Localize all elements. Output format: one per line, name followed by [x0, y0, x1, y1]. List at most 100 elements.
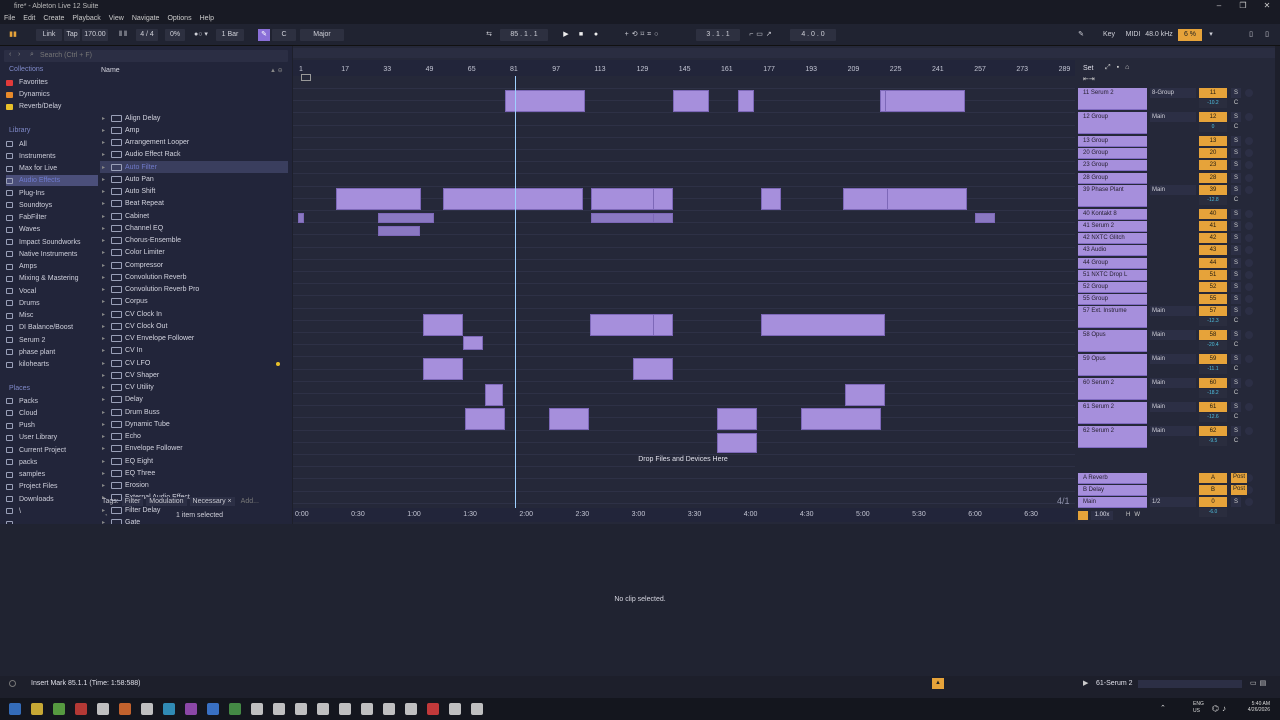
tempo-field[interactable]: 170.00 [82, 29, 108, 41]
track-name[interactable]: 42 NXTC Glitch [1078, 233, 1147, 245]
browser-search[interactable]: ‹ › ⌕ Search (Ctrl + F) [4, 50, 288, 62]
arm-icon[interactable] [1245, 149, 1253, 158]
expand-chevron-icon[interactable]: ▸ [102, 335, 110, 342]
fold-icon[interactable] [301, 74, 311, 81]
track-name[interactable]: 57 Ext. Instrume [1078, 306, 1147, 329]
arm-icon[interactable] [1245, 173, 1253, 182]
track-name[interactable]: 51 NXTC Drop L [1078, 269, 1147, 281]
library-item[interactable]: Drums [6, 298, 98, 309]
expand-chevron-icon[interactable]: ▸ [102, 323, 110, 330]
track-activator[interactable]: 23 [1199, 160, 1227, 171]
volume-field[interactable]: -6.0 [1199, 508, 1227, 518]
clip[interactable] [633, 358, 673, 380]
arm-icon[interactable] [1245, 295, 1253, 304]
expand-chevron-icon[interactable]: ▸ [102, 237, 110, 244]
volume-field[interactable]: -20.4 [1199, 341, 1227, 351]
clip[interactable] [653, 188, 673, 210]
expand-chevron-icon[interactable]: ▸ [102, 384, 110, 391]
track-output-select[interactable]: 1/2 [1150, 497, 1196, 508]
track-header[interactable]: 57 Ext. Instrume Main 57 S -12.3 C [1078, 306, 1275, 330]
clip[interactable] [378, 213, 434, 223]
solo-button[interactable]: S [1231, 269, 1241, 280]
track-header[interactable]: 13 Group 13 S [1078, 136, 1275, 148]
app-icon[interactable] [163, 703, 175, 715]
expand-chevron-icon[interactable]: ▸ [102, 262, 110, 269]
expand-chevron-icon[interactable]: ▸ [102, 445, 110, 452]
track-name[interactable]: 11 Serum 2 [1078, 88, 1147, 110]
solo-button[interactable]: S [1231, 221, 1241, 231]
tray-chevron-icon[interactable]: ⌃ [1160, 704, 1166, 712]
time-signature-field[interactable]: 4 / 4 [136, 29, 158, 41]
pan-field[interactable]: Post [1231, 485, 1247, 496]
app-icon[interactable] [9, 703, 21, 715]
tag-modulation[interactable]: Modulation [146, 497, 187, 506]
track-activator[interactable]: 12 [1199, 112, 1227, 122]
arm-icon[interactable] [1245, 307, 1253, 316]
browser-item[interactable]: ▸ Envelope Follower [100, 443, 288, 455]
solo-button[interactable]: S [1231, 160, 1241, 171]
expand-chevron-icon[interactable]: ▸ [102, 188, 110, 195]
track-activator[interactable]: B [1199, 485, 1227, 496]
track-header[interactable]: 42 NXTC Glitch 42 S [1078, 233, 1275, 245]
track-name[interactable]: 39 Phase Plant [1078, 184, 1147, 207]
track-output-select[interactable]: Main [1150, 330, 1196, 341]
library-item[interactable]: Misc [6, 310, 98, 321]
track-header[interactable]: Main 1/2 0 S -6.0 [1078, 497, 1275, 518]
expand-chevron-icon[interactable]: ▸ [102, 286, 110, 293]
solo-button[interactable]: S [1231, 378, 1241, 389]
clip[interactable] [801, 408, 881, 430]
pan-field[interactable]: C [1231, 437, 1241, 446]
app-icon[interactable] [53, 703, 65, 715]
solo-button[interactable]: S [1231, 330, 1241, 341]
info-icon[interactable] [9, 680, 16, 687]
app-icon[interactable] [141, 703, 153, 715]
volume-field[interactable]: -12.6 [1199, 413, 1227, 423]
expand-chevron-icon[interactable]: ▸ [102, 274, 110, 281]
menu-options[interactable]: Options [163, 15, 195, 22]
tap-button[interactable]: Tap [64, 29, 80, 41]
clip[interactable] [549, 408, 589, 430]
expand-chevron-icon[interactable]: ▸ [102, 482, 110, 489]
library-item[interactable]: Impact Soundworks [6, 237, 98, 248]
track-output-select[interactable]: Main [1150, 112, 1196, 122]
browser-item[interactable]: ▸ Dynamic Tube [100, 418, 288, 430]
track-activator[interactable]: 43 [1199, 245, 1227, 256]
app-icon[interactable] [449, 703, 461, 715]
clip[interactable] [761, 188, 781, 210]
expand-chevron-icon[interactable]: ▸ [102, 213, 110, 220]
track-header[interactable]: 58 Opus Main 58 S -20.4 C [1078, 330, 1275, 354]
track-header[interactable]: 20 Group 20 S [1078, 148, 1275, 160]
track-name[interactable]: 43 Audio [1078, 245, 1147, 257]
follow-icon[interactable]: ⇆ [482, 29, 496, 41]
app-icon[interactable] [405, 703, 417, 715]
app-icon[interactable] [295, 703, 307, 715]
library-item[interactable]: All [6, 139, 98, 150]
tag-add[interactable]: Add... [238, 497, 262, 506]
library-item[interactable]: Amps [6, 261, 98, 272]
track-activator[interactable]: 60 [1199, 378, 1227, 389]
expand-chevron-icon[interactable]: ▸ [102, 139, 110, 146]
track-name[interactable]: 41 Serum 2 [1078, 221, 1147, 232]
app-icon[interactable] [31, 703, 43, 715]
expand-chevron-icon[interactable]: ▸ [102, 176, 110, 183]
metronome-icon[interactable]: ●○ ▾ [190, 29, 212, 41]
pan-field[interactable]: C [1231, 196, 1241, 205]
stop-icon[interactable]: ■ [575, 29, 587, 41]
arm-icon[interactable] [1245, 234, 1253, 243]
track-header[interactable]: 60 Serum 2 Main 60 S -18.2 C [1078, 378, 1275, 402]
track-name[interactable]: 23 Group [1078, 160, 1147, 172]
menu-view[interactable]: View [105, 15, 128, 22]
clip[interactable] [717, 408, 757, 430]
places-item[interactable]: Current Project [6, 445, 98, 456]
expand-chevron-icon[interactable]: ▸ [102, 298, 110, 305]
places-item[interactable]: packs [6, 457, 98, 468]
arm-icon[interactable] [1245, 258, 1253, 267]
zoom-field[interactable]: 1.00x [1091, 511, 1113, 520]
library-item[interactable]: Soundtoys [6, 200, 98, 211]
track-output-select[interactable]: 8-Group [1150, 88, 1196, 98]
browser-item[interactable]: ▸ CV Clock Out [100, 320, 288, 332]
arm-icon[interactable] [1245, 137, 1253, 145]
browser-item[interactable]: ▸ CV Utility [100, 382, 288, 394]
library-item[interactable]: Serum 2 [6, 335, 98, 346]
key-icon[interactable]: ▲ [932, 678, 944, 689]
